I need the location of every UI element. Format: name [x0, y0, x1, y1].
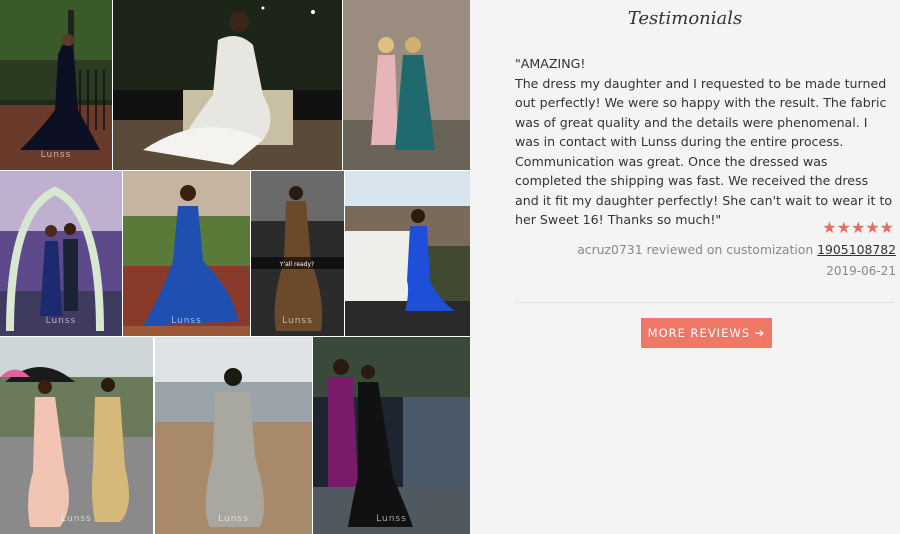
divider	[515, 302, 894, 303]
customer-photo-2[interactable]	[113, 0, 342, 170]
customer-photo-9[interactable]: Lunss	[155, 337, 312, 534]
customer-photo-5[interactable]: Lunss	[123, 171, 250, 336]
reviewer-text: acruz0731 reviewed on customization	[577, 242, 814, 257]
customer-photo-1[interactable]: Lunss	[0, 0, 112, 170]
customer-photo-6[interactable]: Y'all ready? Lunss	[251, 171, 344, 336]
watermark-logo: Lunss	[282, 316, 313, 326]
more-reviews-button[interactable]: MORE REVIEWS ➔	[641, 318, 772, 348]
watermark-logo: Lunss	[171, 316, 202, 326]
customer-photo-8[interactable]: Lunss	[0, 337, 153, 534]
testimonials-title: Testimonials	[627, 8, 743, 29]
reviewer-line: acruz0731 reviewed on customization 1905…	[577, 242, 896, 257]
watermark-logo: Lunss	[218, 514, 249, 524]
watermark-logo: Lunss	[40, 150, 72, 160]
watermark-logo: Lunss	[376, 514, 407, 524]
review-quote: "AMAZING! The dress my daughter and I re…	[515, 56, 893, 227]
customer-photo-gallery: Lunss Lunss Lunss Y'all ready? Lunss Lun…	[0, 0, 470, 534]
customer-photo-3[interactable]	[343, 0, 470, 170]
review-date: 2019-06-21	[826, 264, 896, 278]
product-link[interactable]: 1905108782	[817, 242, 896, 257]
customer-photo-7[interactable]	[345, 171, 470, 336]
watermark-logo: Lunss	[61, 514, 92, 524]
testimonials-panel: Testimonials "AMAZING! The dress my daug…	[470, 0, 900, 534]
rating-stars: ★★★★★	[822, 218, 894, 237]
watermark-logo: Lunss	[45, 316, 77, 326]
customer-photo-10[interactable]: Lunss	[313, 337, 470, 534]
snap-caption: Y'all ready?	[279, 261, 314, 268]
customer-photo-4[interactable]: Lunss	[0, 171, 122, 336]
